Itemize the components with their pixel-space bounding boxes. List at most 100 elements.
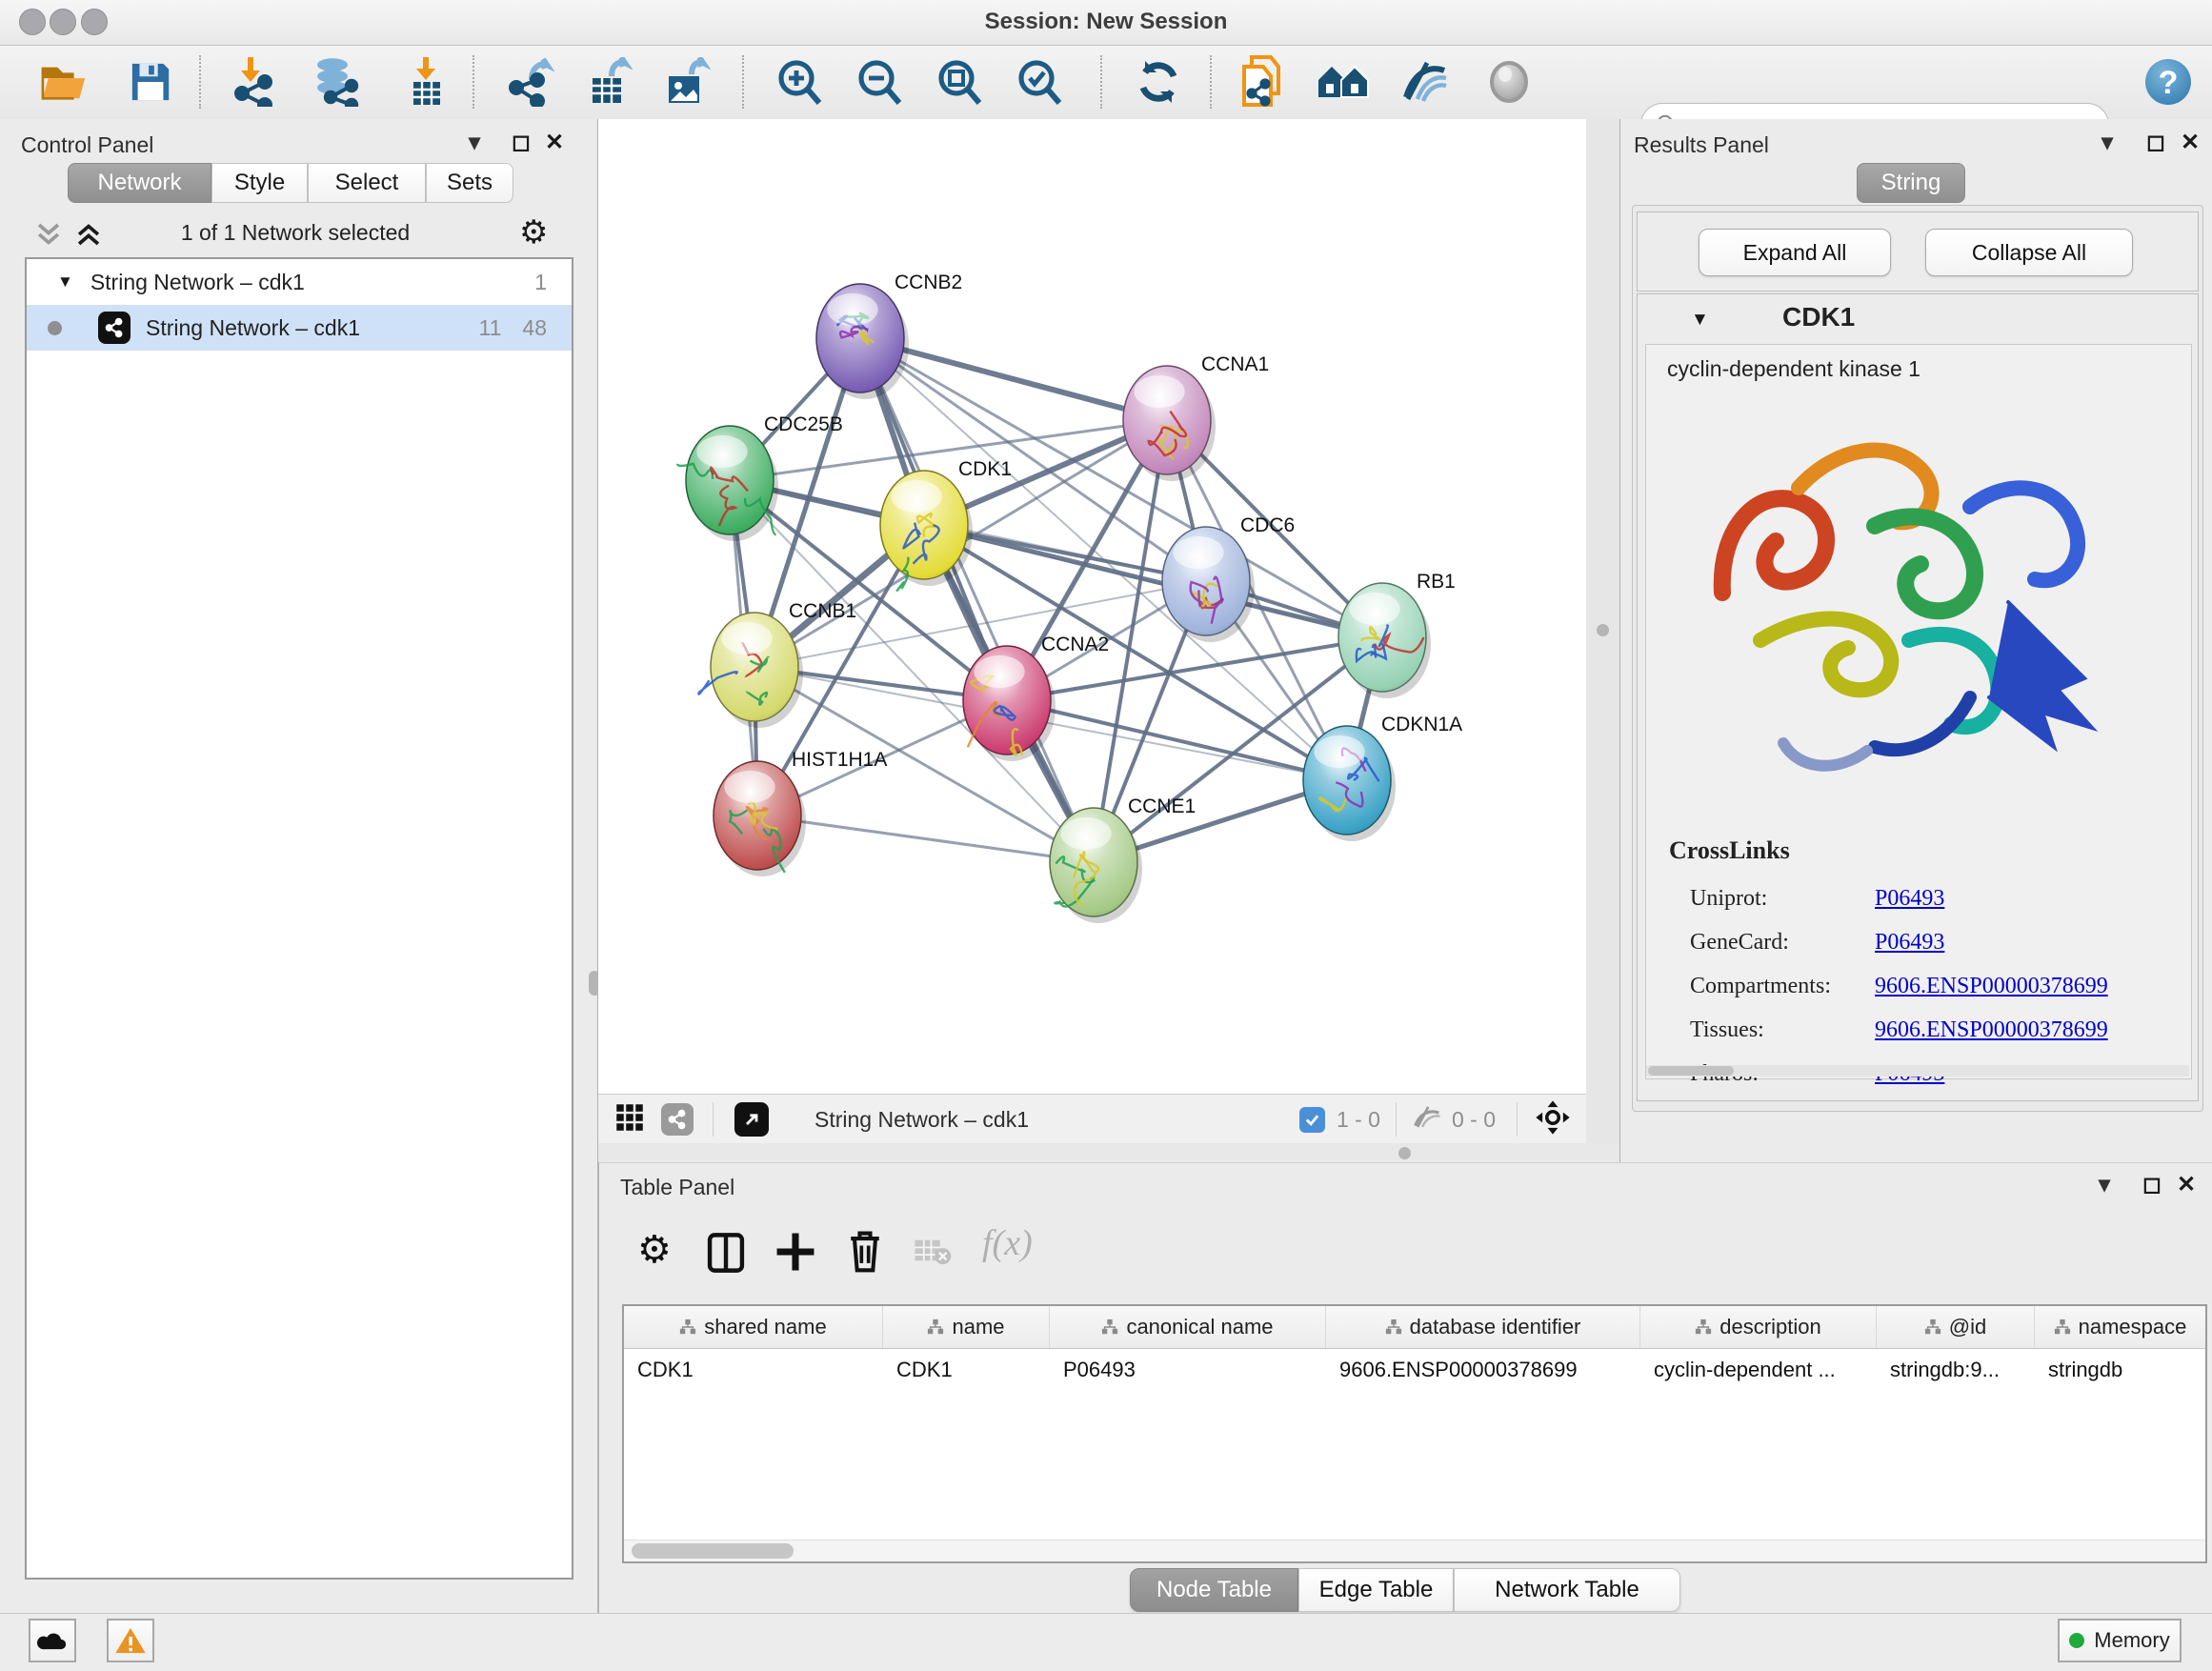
collapse-all-button[interactable]: Collapse All	[1925, 229, 2133, 276]
delete-column-trash-icon[interactable]	[845, 1228, 885, 1278]
show-columns-icon[interactable]	[706, 1232, 746, 1278]
column-label: name	[952, 1315, 1004, 1339]
collapse-all-label: Collapse All	[1972, 240, 2086, 266]
compartments-link[interactable]: 9606.ENSP00000378699	[1875, 974, 2108, 998]
table-settings-gear-icon[interactable]: ⚙	[637, 1228, 672, 1272]
create-column-icon[interactable]	[774, 1230, 816, 1278]
column-header[interactable]: name	[883, 1306, 1050, 1348]
collection-expander-icon[interactable]: ▼	[57, 272, 73, 292]
table-hscrollbar-thumb[interactable]	[632, 1543, 794, 1559]
close-panel-icon[interactable]: ✕	[2177, 1171, 2196, 1198]
maximize-panel-icon[interactable]: ◻	[2142, 1171, 2162, 1198]
network-canvas[interactable]: CCNB2CCNA1CDC25BCDK1CDC6RB1CCNB1CCNA2CDK…	[598, 119, 1586, 1094]
network-collection-row[interactable]: ▼ String Network – cdk1 1	[27, 259, 572, 305]
float-panel-icon[interactable]: ▾	[2099, 1171, 2110, 1198]
memory-button[interactable]: Memory	[2058, 1619, 2182, 1662]
splitter-handle[interactable]	[1597, 624, 1609, 636]
table-row[interactable]: CDK1 CDK1 P06493 9606.ENSP00000378699 cy…	[624, 1349, 2205, 1391]
column-header[interactable]: description	[1640, 1306, 1877, 1348]
import-table-icon[interactable]	[398, 57, 452, 107]
entry-hscrollbar-thumb[interactable]	[1648, 1066, 1734, 1076]
tab-edge-table[interactable]: Edge Table	[1298, 1568, 1454, 1612]
tab-select[interactable]: Select	[308, 163, 426, 203]
network-edge[interactable]	[924, 525, 1382, 637]
refresh-icon[interactable]	[1132, 57, 1185, 107]
save-session-icon[interactable]	[124, 57, 177, 107]
node-table: shared name name canonical name database…	[622, 1304, 2207, 1563]
column-header[interactable]: shared name	[624, 1306, 883, 1348]
warnings-button[interactable]	[107, 1619, 154, 1662]
genecard-link[interactable]: P06493	[1875, 930, 1944, 955]
crosslink-label: Tissues:	[1690, 1008, 1831, 1052]
network-selection-summary: 1 of 1 Network selected	[114, 220, 476, 246]
network-options-gear-icon[interactable]: ⚙	[519, 213, 548, 252]
close-panel-icon[interactable]: ✕	[2181, 129, 2200, 156]
hidden-items-eye-icon[interactable]	[1412, 1103, 1442, 1137]
uniprot-link[interactable]: P06493	[1875, 886, 1944, 911]
entry-expander-icon[interactable]: ▼	[1691, 310, 1709, 331]
network-node-CCNB1[interactable]: CCNB1	[698, 600, 856, 728]
tissues-link[interactable]: 9606.ENSP00000378699	[1875, 1017, 2108, 1042]
network-edge[interactable]	[1007, 700, 1347, 780]
column-header[interactable]: database identifier	[1326, 1306, 1640, 1348]
pan-mode-icon[interactable]	[1535, 1099, 1571, 1140]
cell-name: CDK1	[883, 1349, 1050, 1391]
column-label: description	[1719, 1315, 1820, 1339]
network-node-CDC25B[interactable]: CDC25B	[677, 413, 843, 541]
entry-hscrollbar-track[interactable]	[1646, 1065, 2189, 1077]
network-overview-icon[interactable]	[1317, 57, 1370, 107]
zoom-selected-icon[interactable]	[1014, 57, 1067, 107]
network-row-selected[interactable]: String Network – cdk1 11 48	[27, 305, 572, 351]
expand-all-button[interactable]: Expand All	[1699, 229, 1891, 276]
network-node-CDKN1A[interactable]: CDKN1A	[1303, 714, 1462, 841]
network-node-CCNE1[interactable]: CCNE1	[1050, 795, 1196, 923]
network-node-CCNB2[interactable]: CCNB2	[816, 272, 962, 399]
clone-network-icon[interactable]	[1235, 57, 1288, 107]
node-label-CDK1: CDK1	[958, 458, 1012, 480]
tab-node-table[interactable]: Node Table	[1130, 1568, 1298, 1612]
network-node-CDC6[interactable]: CDC6	[1162, 514, 1295, 642]
close-panel-icon[interactable]: ✕	[545, 129, 564, 156]
selected-items-checkbox-icon[interactable]	[1299, 1107, 1325, 1133]
birds-eye-view-icon[interactable]	[615, 1103, 644, 1137]
cloud-status-button[interactable]	[29, 1619, 76, 1662]
show-panels-icon[interactable]	[1482, 57, 1536, 107]
delete-table-icon[interactable]	[914, 1236, 952, 1273]
network-node-RB1[interactable]: RB1	[1338, 571, 1456, 698]
column-header[interactable]: namespace	[2035, 1306, 2205, 1348]
network-edge[interactable]	[860, 338, 1094, 862]
hide-panels-icon[interactable]	[1398, 57, 1452, 107]
apply-function-icon[interactable]: f(x)	[982, 1222, 1033, 1264]
table-hscrollbar-track[interactable]	[624, 1540, 2205, 1561]
export-table-icon[interactable]	[581, 57, 634, 107]
tab-network-table[interactable]: Network Table	[1454, 1568, 1680, 1612]
network-node-HIST1H1A[interactable]: HIST1H1A	[714, 749, 887, 876]
network-edge[interactable]	[757, 815, 1094, 862]
export-network-icon[interactable]	[503, 57, 556, 107]
node-entry-panel: ▼ CDK1 cyclin-dependent kinase 1	[1637, 293, 2199, 1101]
network-node-CCNA1[interactable]: CCNA1	[1123, 353, 1269, 481]
tab-network[interactable]: Network	[68, 163, 211, 203]
maximize-panel-icon[interactable]: ◻	[512, 129, 531, 156]
export-image-icon[interactable]	[659, 57, 713, 107]
zoom-out-icon[interactable]	[854, 57, 907, 107]
column-header[interactable]: @id	[1877, 1306, 2035, 1348]
tab-string[interactable]: String	[1857, 163, 1965, 203]
import-network-icon[interactable]	[227, 57, 280, 107]
vertical-splitter[interactable]	[1586, 119, 1619, 1162]
collapse-all-networks-icon[interactable]	[32, 218, 65, 255]
open-session-icon[interactable]	[38, 57, 91, 107]
open-in-window-icon[interactable]	[734, 1102, 769, 1137]
zoom-fit-icon[interactable]	[934, 57, 987, 107]
import-network-from-database-icon[interactable]	[311, 57, 364, 107]
tab-style[interactable]: Style	[211, 163, 308, 203]
float-panel-icon[interactable]: ▾	[469, 129, 480, 156]
maximize-panel-icon[interactable]: ◻	[2146, 129, 2165, 156]
expand-all-networks-icon[interactable]	[72, 218, 105, 255]
column-header[interactable]: canonical name	[1050, 1306, 1326, 1348]
zoom-in-icon[interactable]	[774, 57, 827, 107]
splitter-handle[interactable]	[1398, 1147, 1411, 1159]
float-panel-icon[interactable]: ▾	[2101, 129, 2113, 156]
help-icon[interactable]: ?	[2142, 57, 2195, 107]
tab-sets[interactable]: Sets	[426, 163, 513, 203]
